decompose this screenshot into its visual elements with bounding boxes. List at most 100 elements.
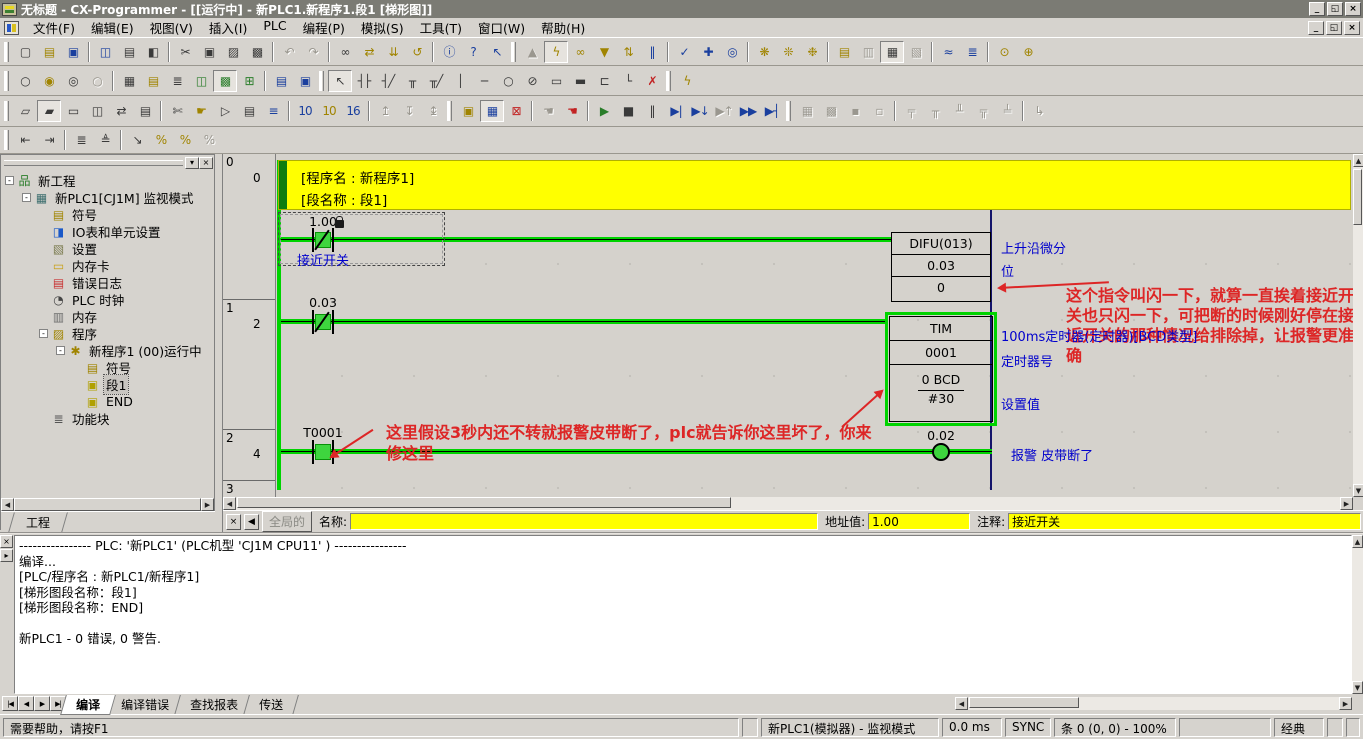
pause-monitor-icon[interactable]: ‖ xyxy=(640,41,664,63)
show-grid-icon[interactable]: ▦ xyxy=(117,70,141,92)
io-break-3-icon[interactable]: ╨ xyxy=(947,100,971,122)
memory-view-3-icon[interactable]: ▦ xyxy=(880,41,904,63)
tree-node-plc-clock[interactable]: ◔PLC 时钟 xyxy=(1,291,214,308)
sim-step-into-icon[interactable]: ▶↓ xyxy=(688,100,712,122)
scroll-left-icon[interactable]: ◀ xyxy=(223,497,236,510)
show-io-comment-icon[interactable]: ◫ xyxy=(189,70,213,92)
mdi-minimize-button[interactable]: _ xyxy=(1308,21,1324,35)
scroll-down-icon[interactable]: ▼ xyxy=(1353,484,1363,497)
horizontal-line-icon[interactable]: ─ xyxy=(472,70,496,92)
panel-splitter[interactable] xyxy=(215,154,222,532)
tree-node-program1[interactable]: -✱新程序1 (00)运行中 xyxy=(1,342,214,359)
titlebar-restore-button[interactable]: ◱ xyxy=(1327,2,1343,16)
return-jump-icon[interactable]: ↳ xyxy=(1027,100,1051,122)
tree-expander-icon[interactable]: - xyxy=(5,176,14,185)
watch-window-icon[interactable]: ≈ xyxy=(936,41,960,63)
scroll-up-icon[interactable]: ▲ xyxy=(1352,535,1363,548)
rung-comment-box[interactable]: [程序名 : 新程序1] [段名称 : 段1] xyxy=(278,160,1351,210)
toolbar-grip[interactable] xyxy=(4,42,9,62)
transfer-to-plc-icon[interactable]: ▼ xyxy=(592,41,616,63)
rung-margin-cell[interactable]: 0 0 xyxy=(223,154,275,299)
paste-icon[interactable]: ▨ xyxy=(221,41,245,63)
tree-node-memory[interactable]: ▥内存 xyxy=(1,308,214,325)
rung-margin-cell[interactable]: 2 4 xyxy=(223,429,275,480)
transfer-compare-icon[interactable]: ⇅ xyxy=(616,41,640,63)
show-rung-list-icon[interactable]: ≣ xyxy=(165,70,189,92)
output-tab-compile-errors[interactable]: 编译错误 xyxy=(105,695,185,715)
zoom-in-icon[interactable]: ◉ xyxy=(37,70,61,92)
copy-icon[interactable]: ▣ xyxy=(197,41,221,63)
difu-instruction-block[interactable]: DIFU(013) 0.03 0 xyxy=(891,232,991,302)
tree-node-settings[interactable]: ▧设置 xyxy=(1,240,214,257)
new-open-contact-icon[interactable]: ┤├ xyxy=(352,70,376,92)
show-comments-icon[interactable]: ▤ xyxy=(141,70,165,92)
work-online-simulator-2-icon[interactable]: ▣ xyxy=(456,100,480,122)
tree-expander-icon[interactable]: - xyxy=(39,329,48,338)
diff-percent-2-icon[interactable]: % xyxy=(173,129,197,151)
view-symbols-icon[interactable]: ◫ xyxy=(85,100,109,122)
zoom-tool-icon[interactable]: ○ xyxy=(13,70,37,92)
sim-play-icon[interactable]: ▶ xyxy=(592,100,616,122)
tree-node-section1[interactable]: ▣段1 xyxy=(1,376,214,393)
coil-address[interactable]: 0.02 xyxy=(901,428,981,443)
toolbar-grip[interactable] xyxy=(666,71,671,91)
tree-node-section-end[interactable]: ▣END xyxy=(1,393,214,410)
program-check-icon[interactable]: ✓ xyxy=(672,41,696,63)
ci-view-icon[interactable]: ▣ xyxy=(293,70,317,92)
undo-icon[interactable]: ↶ xyxy=(277,41,301,63)
view-section-icon[interactable]: ▱ xyxy=(13,100,37,122)
mnemonic-list-icon[interactable]: ≡ xyxy=(261,100,285,122)
io-break-4-icon[interactable]: ╦ xyxy=(971,100,995,122)
rung-margin-cell[interactable]: 3 xyxy=(223,480,275,497)
indent-rung-icon[interactable]: ⇤ xyxy=(13,129,37,151)
new-instruction-icon[interactable]: ▭ xyxy=(544,70,568,92)
diff-percent-1-icon[interactable]: % xyxy=(149,129,173,151)
about-icon[interactable]: ⓘ xyxy=(437,41,461,63)
menu-help[interactable]: 帮助(H) xyxy=(533,16,593,39)
sim-stop-icon[interactable]: ■ xyxy=(616,100,640,122)
new-closed-or-contact-icon[interactable]: ╥╱ xyxy=(424,70,448,92)
output-expand-icon[interactable]: ▸ xyxy=(0,549,13,562)
menu-program[interactable]: 编程(P) xyxy=(295,16,353,39)
online-find-icon[interactable]: ∞ xyxy=(568,41,592,63)
scroll-up-icon[interactable]: ▲ xyxy=(1353,154,1363,167)
menu-edit[interactable]: 编辑(E) xyxy=(83,16,142,39)
tree-node-program1-symbols[interactable]: ▤符号 xyxy=(1,359,214,376)
scroll-thumb[interactable] xyxy=(237,497,731,508)
toolbar-grip[interactable] xyxy=(4,130,9,150)
titlebar-close-button[interactable]: × xyxy=(1345,2,1361,16)
breakpoint-disable-icon[interactable]: ▫ xyxy=(867,100,891,122)
work-online-icon[interactable]: ▲ xyxy=(520,41,544,63)
sim-run-continuous-icon[interactable]: ▶▶ xyxy=(736,100,760,122)
new-coil-icon[interactable]: ○ xyxy=(496,70,520,92)
tree-node-plc[interactable]: -▦新PLC1[CJ1M] 监视模式 xyxy=(1,189,214,206)
monitor-window-icon[interactable]: ▦ xyxy=(480,100,504,122)
name-input[interactable] xyxy=(350,513,818,530)
view-cross-reference-icon[interactable]: ⇄ xyxy=(109,100,133,122)
time-chart-icon[interactable]: ≣ xyxy=(960,41,984,63)
workspace-close-icon[interactable]: × xyxy=(199,157,213,169)
sim-run-to-cursor-icon[interactable]: ▶┤ xyxy=(760,100,784,122)
differentiate-down-icon[interactable]: ↧ xyxy=(397,100,421,122)
mdi-restore-button[interactable]: ◱ xyxy=(1326,21,1342,35)
show-symbol-bar-icon[interactable]: ⊞ xyxy=(237,70,261,92)
retrace-icon[interactable]: ↺ xyxy=(405,41,429,63)
titlebar-minimize-button[interactable]: _ xyxy=(1309,2,1325,16)
debug-run-icon[interactable]: ❋ xyxy=(752,41,776,63)
output-tab-find-report[interactable]: 查找报表 xyxy=(174,695,254,715)
mnemonics-view-icon[interactable]: ▤ xyxy=(269,70,293,92)
memory-view-1-icon[interactable]: ▤ xyxy=(832,41,856,63)
new-open-or-contact-icon[interactable]: ╥ xyxy=(400,70,424,92)
scroll-right-icon[interactable]: ▶ xyxy=(1339,697,1352,710)
output-nav-first-icon[interactable]: |◀ xyxy=(2,696,18,711)
zoom-100-icon[interactable]: ◎ xyxy=(61,70,85,92)
sim-step-icon[interactable]: ▶| xyxy=(664,100,688,122)
toolbar-grip[interactable] xyxy=(4,101,9,121)
zoom-out-icon[interactable]: ○ xyxy=(85,70,109,92)
toolbar-grip[interactable] xyxy=(786,101,791,121)
sim-pause-icon[interactable]: ‖ xyxy=(640,100,664,122)
stop-simulation-icon[interactable]: ☚ xyxy=(560,100,584,122)
tree-node-io-table[interactable]: ◨IO表和单元设置 xyxy=(1,223,214,240)
rung-margin-cell[interactable]: 1 2 xyxy=(223,299,275,429)
save-icon[interactable]: ▣ xyxy=(61,41,85,63)
